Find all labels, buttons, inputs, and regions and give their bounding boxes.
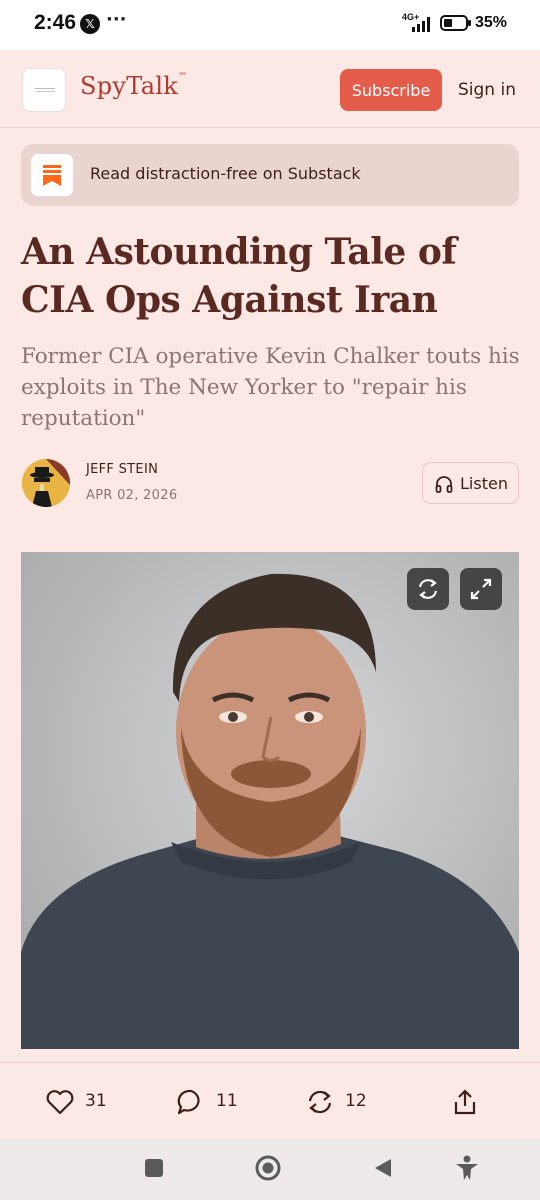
publication-name[interactable]: SpyTalk™ [80, 72, 187, 100]
banner-text: Read distraction-free on Substack [90, 164, 361, 183]
more-notifications-icon: ··· [106, 9, 127, 30]
comment-count: 11 [216, 1091, 238, 1111]
expand-icon[interactable] [460, 568, 502, 610]
substack-banner[interactable]: Read distraction-free on Substack [21, 144, 519, 206]
article-subtitle: Former CIA operative Kevin Chalker touts… [21, 344, 520, 431]
heart-icon [46, 1090, 74, 1115]
back-icon[interactable] [371, 1156, 395, 1180]
comment-icon [177, 1089, 200, 1115]
recent-apps-icon[interactable] [143, 1157, 165, 1179]
refresh-icon[interactable] [407, 568, 449, 610]
signal-icon [412, 17, 430, 32]
publish-date: APR 02, 2026 [86, 488, 178, 503]
post-actions-bar: 31 11 12 [0, 1062, 540, 1138]
brand-prefix: Spy [80, 72, 127, 100]
substack-icon [31, 154, 73, 196]
share-button[interactable] [450, 1087, 480, 1117]
sign-in-link[interactable]: Sign in [458, 80, 516, 100]
headphones-icon [435, 476, 453, 493]
restack-button[interactable]: 12 [305, 1087, 375, 1117]
restack-icon [308, 1090, 332, 1114]
status-bar: 2:46 𝕏 ··· 4G+ 35% [0, 0, 540, 50]
listen-label: Listen [460, 474, 508, 493]
system-navigation-bar [0, 1138, 540, 1200]
brand-suffix: Talk [126, 72, 179, 100]
author-name[interactable]: JEFF STEIN [86, 462, 158, 477]
author-avatar[interactable] [22, 459, 70, 507]
subscribe-button[interactable]: Subscribe [340, 69, 442, 111]
battery-icon [440, 15, 471, 31]
portrait-illustration [21, 552, 519, 1049]
restack-count: 12 [345, 1091, 367, 1111]
listen-button[interactable]: Listen [422, 462, 519, 504]
article-title: An Astounding Tale of CIA Ops Against Ir… [21, 231, 457, 321]
home-icon[interactable] [254, 1154, 282, 1182]
article-photo[interactable] [21, 552, 519, 1049]
comment-button[interactable]: 11 [176, 1087, 246, 1117]
share-icon [454, 1089, 476, 1115]
publication-logo[interactable] [22, 68, 66, 112]
like-count: 31 [85, 1091, 107, 1111]
accessibility-icon[interactable] [453, 1154, 481, 1182]
battery-percent: 35% [475, 14, 508, 31]
like-button[interactable]: 31 [45, 1087, 115, 1117]
status-time: 2:46 [34, 11, 77, 34]
x-notification-icon: 𝕏 [80, 14, 100, 34]
publication-header: SpyTalk™ Subscribe Sign in [0, 50, 540, 128]
